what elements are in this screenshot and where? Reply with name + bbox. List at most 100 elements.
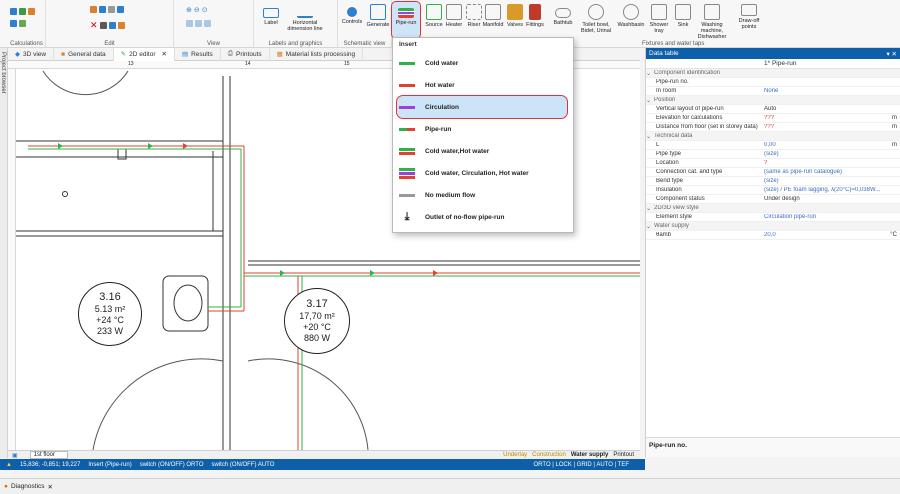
tab-material-lists[interactable]: ▦ Material lists processing — [270, 47, 364, 61]
menu-item-cold-hot-water[interactable]: Cold water,Hot water — [393, 140, 573, 162]
draw-off-points-button[interactable]: Draw-off points — [734, 2, 764, 36]
fittings-button[interactable]: Fittings — [522, 2, 548, 36]
zoom-out-icon[interactable]: ⊖ — [194, 6, 200, 14]
close-icon[interactable]: ▾ ✕ — [886, 50, 900, 58]
property-value[interactable]: Auto — [764, 106, 880, 112]
property-value[interactable]: ??? — [764, 115, 880, 121]
property-value[interactable]: (same as pipe-run catalogue) — [764, 169, 880, 175]
property-key: Location — [656, 160, 679, 166]
property-value[interactable]: 20,0 — [764, 232, 880, 238]
close-icon[interactable]: ✕ — [48, 483, 53, 491]
label-button[interactable]: Label — [258, 2, 284, 36]
property-value[interactable]: Circulation pipe-run — [764, 214, 880, 220]
washing-machine-icon — [704, 4, 720, 20]
refresh-icon[interactable] — [204, 20, 211, 27]
property-row[interactable]: In room None — [646, 87, 900, 96]
property-row[interactable]: Pipe-run no. — [646, 78, 900, 87]
room-label-3-16[interactable]: 3.16 5.13 m² +24 °C 233 W — [78, 282, 142, 346]
mirror-icon[interactable] — [108, 6, 115, 13]
printout-toggle[interactable]: Printout — [613, 452, 634, 458]
group-label-labels: Labels and graphics — [268, 41, 323, 47]
rotate-icon[interactable] — [117, 6, 124, 13]
tab-2d-editor[interactable]: ✎ 2D editor ✕ — [113, 47, 175, 61]
property-section[interactable]: ⌄ Component identification — [646, 69, 900, 78]
menu-item-circulation[interactable]: Circulation — [396, 95, 568, 119]
list-icon[interactable] — [10, 20, 17, 27]
pan-icon[interactable] — [186, 20, 193, 27]
property-value[interactable]: 0,00 — [764, 142, 880, 148]
controls-button[interactable]: Controls — [339, 2, 365, 36]
zoom-window-icon[interactable]: ⊙ — [202, 6, 208, 14]
property-key: In room — [656, 88, 677, 94]
group-icon[interactable] — [117, 22, 125, 29]
ortho-switch[interactable]: switch (ON/OFF) ORTO — [140, 462, 204, 468]
project-browser-strip[interactable]: Project browser — [0, 48, 8, 458]
menu-item-no-medium-flow[interactable]: No medium flow — [393, 184, 573, 206]
table-icon[interactable] — [19, 8, 26, 15]
ribbon-group-labels: Label Horizontal dimension line Labels a… — [254, 0, 338, 48]
property-section[interactable]: ⌄ Position — [646, 96, 900, 105]
washbasin-button[interactable]: Washbasin — [616, 2, 646, 36]
water-supply-toggle[interactable]: Water supply — [571, 452, 608, 458]
generate-button[interactable]: Generate — [365, 2, 391, 36]
horizontal-dimension-line-button[interactable]: Horizontal dimension line — [286, 2, 324, 36]
bathtub-button[interactable]: Bathtub — [550, 2, 576, 36]
property-value[interactable]: ? — [764, 160, 880, 166]
snap-flags[interactable]: ORTO | LOCK | GRID | AUTO | TEF — [534, 462, 645, 468]
property-row[interactable]: Connection cat. and type (same as pipe-ru… — [646, 168, 900, 177]
property-row[interactable]: Bend type (size) — [646, 177, 900, 186]
property-row[interactable]: Location? — [646, 159, 900, 168]
check-icon[interactable] — [19, 20, 26, 27]
report-icon[interactable] — [28, 8, 35, 15]
room-label-3-17[interactable]: 3.17 17,70 m² +20 °C 880 W — [284, 288, 350, 354]
menu-item-cold-circulation-hot[interactable]: Cold water, Circulation, Hot water — [393, 162, 573, 184]
move-icon[interactable] — [99, 6, 106, 13]
washing-machine-button[interactable]: Washing machine, Dishwasher — [692, 2, 732, 40]
property-row[interactable]: Elevation for calculations??? m — [646, 114, 900, 123]
delete-icon[interactable]: ✕ — [90, 20, 98, 31]
copy-icon[interactable] — [90, 6, 97, 13]
zoom-in-icon[interactable]: ⊕ — [186, 6, 192, 14]
property-value[interactable]: ??? — [764, 124, 880, 130]
property-row[interactable]: L 0,00 m — [646, 141, 900, 150]
menu-item-hot-water[interactable]: Hot water — [393, 74, 573, 96]
property-row[interactable]: Vertical layout of pipe-run Auto — [646, 105, 900, 114]
paste-icon[interactable] — [108, 22, 116, 29]
property-row[interactable]: Distance from floor (set in storey data)… — [646, 123, 900, 132]
tab-general-data[interactable]: ■ General data — [54, 47, 114, 61]
construction-toggle[interactable]: Construction — [532, 452, 566, 458]
calc-icon[interactable] — [10, 8, 17, 15]
status-bar: ▲ 15,836; -0,851; 19,227 Insert (Pipe-ru… — [0, 459, 645, 470]
property-value[interactable]: Under design — [764, 196, 880, 202]
property-value[interactable]: (size) — [764, 151, 880, 157]
tab-results[interactable]: ▤ Results — [175, 47, 221, 61]
diagnostics-bar[interactable]: ● Diagnostics ✕ — [0, 478, 900, 494]
property-row[interactable]: Element style Circulation pipe-run — [646, 213, 900, 222]
property-value[interactable]: (size) / PE foam lagging, λ(20°C)=0,038W… — [764, 187, 880, 193]
property-section[interactable]: ⌄ 2D/3D view style — [646, 204, 900, 213]
close-icon[interactable]: ✕ — [161, 50, 166, 58]
cut-icon[interactable] — [99, 22, 107, 29]
property-row[interactable]: Insulation (size) / PE foam lagging, λ(20… — [646, 186, 900, 195]
pipe-run-button[interactable]: Pipe-run — [391, 1, 421, 39]
menu-item-cold-water[interactable]: Cold water — [393, 52, 573, 74]
room-temperature: +24 °C — [96, 315, 124, 325]
tab-3d-view[interactable]: ◆ 3D view — [8, 47, 55, 61]
property-value[interactable]: None — [764, 88, 880, 94]
fit-icon[interactable] — [195, 20, 202, 27]
property-row[interactable]: θamb 20,0 °C — [646, 231, 900, 240]
shower-tray-button[interactable]: Shower tray — [646, 2, 672, 36]
property-section[interactable]: ⌄ Technical data — [646, 132, 900, 141]
menu-item-outlet-no-flow[interactable]: ⤓ Outlet of no-flow pipe-run — [393, 206, 573, 228]
property-row[interactable]: Pipe type (size) — [646, 150, 900, 159]
underlay-toggle[interactable]: Underlay — [503, 452, 527, 458]
auto-switch[interactable]: switch (ON/OFF) AUTO — [211, 462, 274, 468]
toilet-bowl-button[interactable]: Toilet bowl, Bidet, Urinal — [578, 2, 614, 36]
menu-item-pipe-run[interactable]: Pipe-run — [393, 118, 573, 140]
app-window: { "ribbon": { "groups": ["Calculations",… — [0, 0, 900, 494]
property-value[interactable]: (size) — [764, 178, 880, 184]
floor-select[interactable]: 1st floor — [29, 451, 69, 459]
tab-printouts[interactable]: ⎙ Printouts — [221, 47, 270, 61]
property-section[interactable]: ⌄ Water supply — [646, 222, 900, 231]
property-row[interactable]: Component status Under design — [646, 195, 900, 204]
